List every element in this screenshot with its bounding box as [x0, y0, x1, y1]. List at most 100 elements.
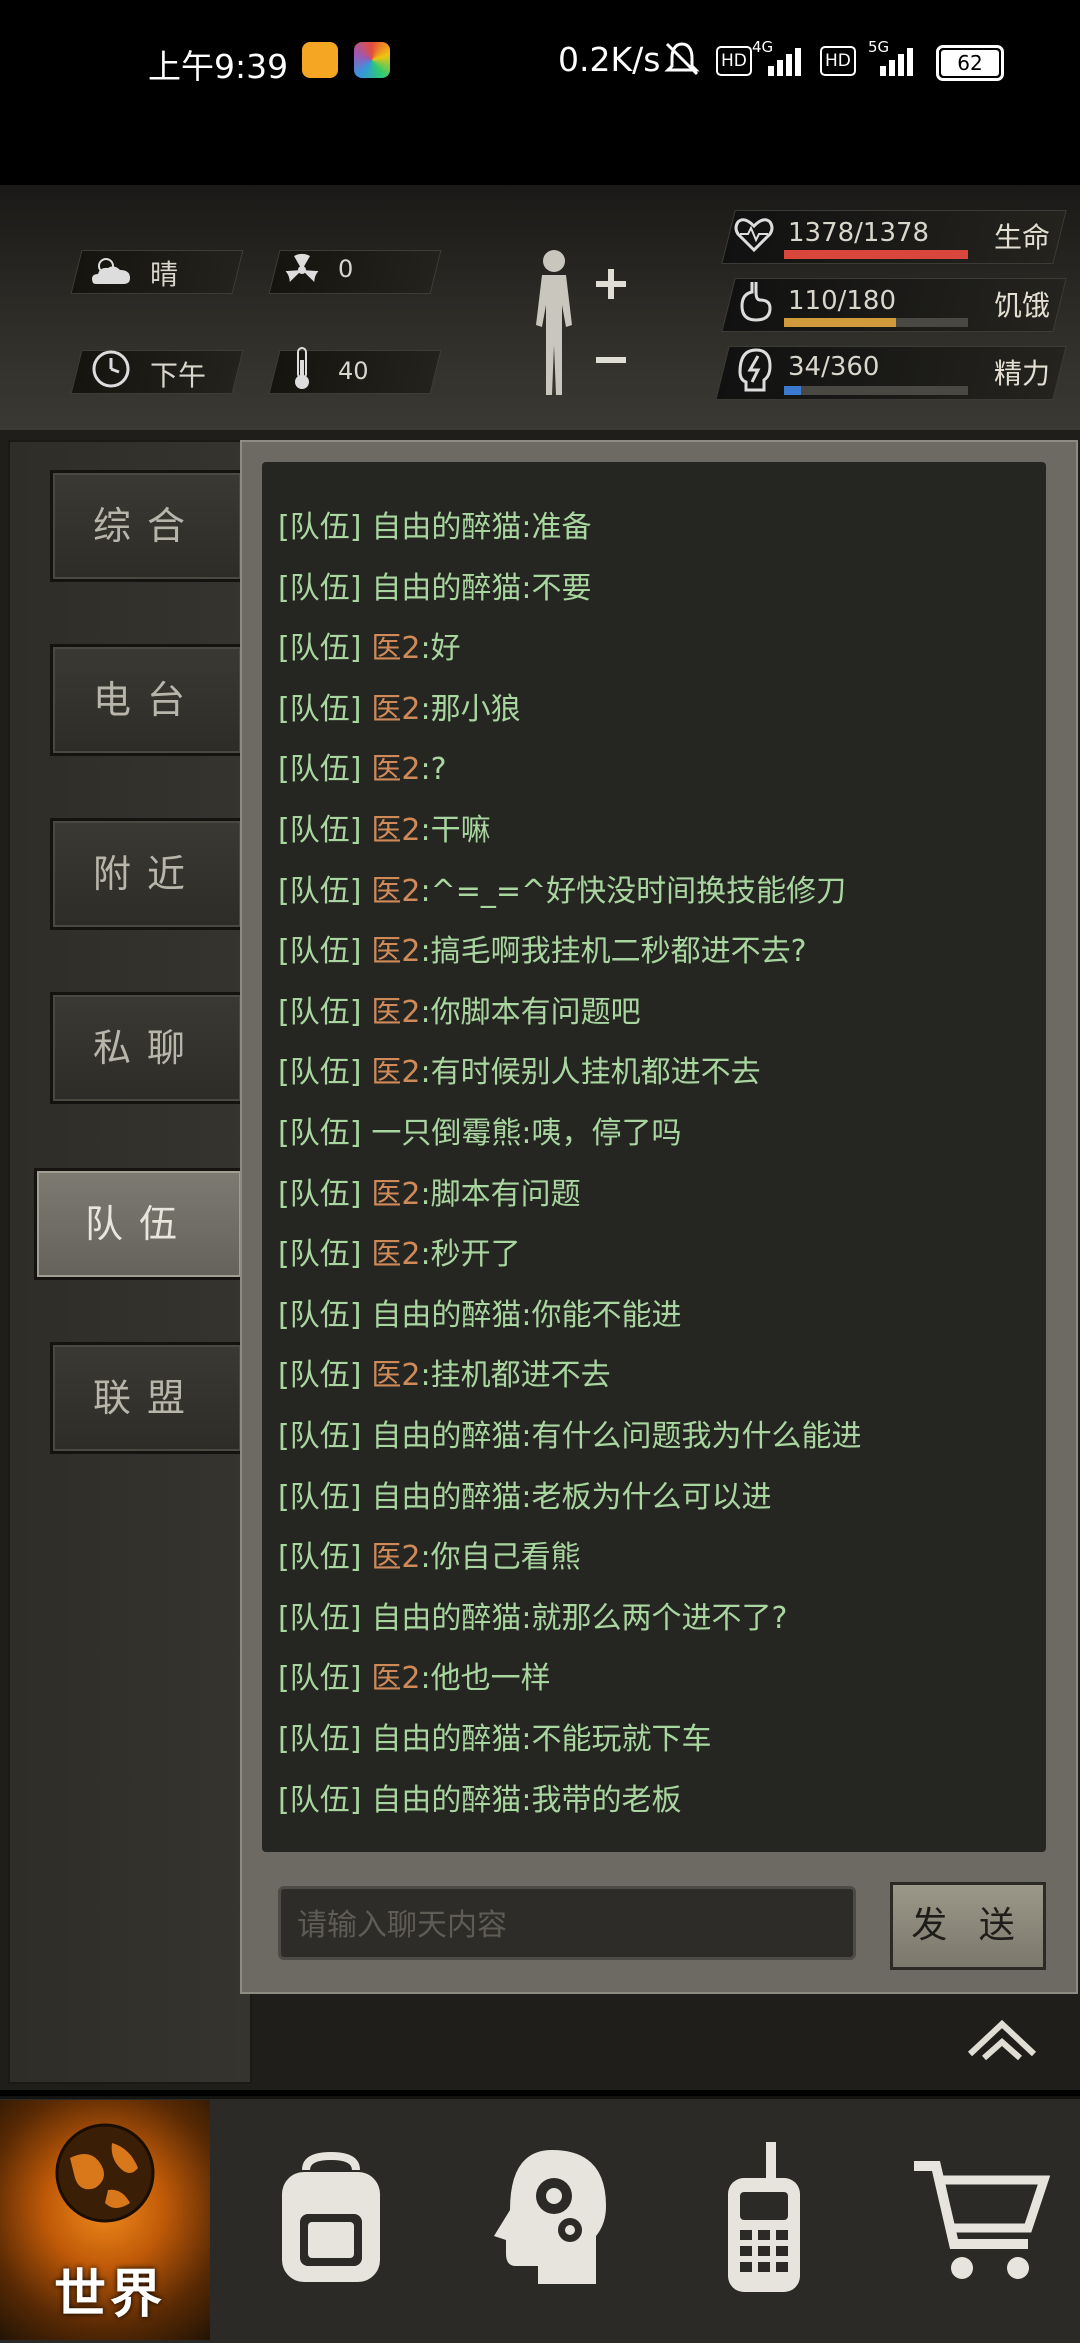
chat-sender-name[interactable]: 医2 — [371, 631, 420, 666]
chat-sender-name[interactable]: 医2 — [371, 1661, 420, 1696]
chat-sender-name[interactable]: 自由的醉猫 — [371, 510, 521, 545]
signal-icon-1 — [760, 44, 808, 76]
tab-general[interactable]: 综合 — [50, 470, 244, 582]
chat-message-text: :搞毛啊我挂机二秒都进不去? — [420, 934, 807, 970]
nav-backpack-button[interactable] — [226, 2100, 436, 2340]
notification-app-icon — [302, 42, 338, 78]
chat-message: [队伍] 医2:那小狼 — [278, 684, 521, 728]
chat-sender-name[interactable]: 自由的醉猫 — [371, 571, 521, 606]
network-speed: 0.2K/s — [558, 40, 661, 79]
chat-message-text: :你脚本有问题吧 — [420, 994, 641, 1030]
chat-message-list[interactable] — [262, 462, 1046, 1852]
tab-alliance[interactable]: 联盟 — [50, 1342, 244, 1454]
chat-message: [队伍] 自由的醉猫:我带的老板 — [278, 1775, 682, 1819]
energy-head-icon — [738, 348, 772, 392]
stomach-icon — [740, 282, 772, 322]
chat-channel-tag: [队伍] — [278, 1782, 362, 1818]
chat-channel-tag: [队伍] — [278, 1237, 362, 1273]
nav-radio-button[interactable] — [662, 2100, 872, 2340]
chat-message: [队伍] 医2:? — [278, 744, 447, 788]
status-time: 上午9:39 — [148, 47, 289, 86]
radiation-icon — [285, 253, 319, 283]
chat-sender-name[interactable]: 医2 — [371, 752, 420, 787]
tab-nearby[interactable]: 附近 — [50, 818, 244, 930]
chat-sender-name[interactable]: 自由的醉猫 — [371, 1480, 521, 1515]
chat-message-text: :你自己看熊 — [420, 1540, 581, 1576]
collapse-up-icon[interactable] — [966, 2014, 1038, 2062]
nav-skills-button[interactable] — [448, 2100, 658, 2340]
radio-icon — [728, 2142, 800, 2292]
nav-shop-button[interactable] — [870, 2100, 1080, 2340]
tab-radio[interactable]: 电台 — [50, 644, 244, 756]
tab-private[interactable]: 私聊 — [50, 992, 244, 1104]
health-bar — [784, 250, 968, 259]
chat-message: [队伍] 自由的醉猫:老板为什么可以进 — [278, 1472, 772, 1516]
chat-sender-name[interactable]: 医2 — [371, 813, 420, 848]
chat-input[interactable]: 请输入聊天内容 — [278, 1886, 856, 1960]
chat-message-text: :你能不能进 — [521, 1297, 682, 1333]
energy-bar — [784, 386, 968, 395]
chat-channel-tag: [队伍] — [278, 1176, 362, 1212]
chat-sender-name[interactable]: 自由的醉猫 — [371, 1722, 521, 1757]
energy-value: 34/360 — [788, 352, 880, 382]
chat-channel-tag: [队伍] — [278, 752, 362, 788]
chat-channel-tag: [队伍] — [278, 1540, 362, 1576]
hd-badge-2: HD — [820, 46, 856, 76]
chat-channel-tag: [队伍] — [278, 1661, 362, 1697]
chat-channel-tag: [队伍] — [278, 873, 362, 909]
chat-sender-name[interactable]: 自由的醉猫 — [371, 1419, 521, 1454]
chat-sender-name[interactable]: 医2 — [371, 692, 420, 727]
chat-sender-name[interactable]: 一只倒霉熊 — [371, 1116, 521, 1151]
chat-message: [队伍] 医2:挂机都进不去 — [278, 1350, 611, 1394]
chat-message-text: :他也一样 — [420, 1661, 551, 1697]
chat-message: [队伍] 医2:好 — [278, 623, 461, 667]
heart-icon — [734, 218, 774, 253]
time-of-day-value: 下午 — [150, 359, 207, 392]
chat-channel-tag: [队伍] — [278, 691, 362, 727]
hunger-value: 110/180 — [788, 286, 897, 316]
chat-message: [队伍] 自由的醉猫:准备 — [278, 502, 592, 546]
tab-team[interactable]: 队伍 — [34, 1168, 244, 1280]
chat-message-text: :^=_=^好快没时间换技能修刀 — [420, 873, 847, 909]
chat-message-text: :好 — [420, 631, 461, 667]
send-button[interactable]: 发 送 — [890, 1882, 1046, 1970]
backpack-icon — [282, 2151, 380, 2282]
chat-sender-name[interactable]: 自由的醉猫 — [371, 1783, 521, 1818]
hunger-bar — [784, 318, 968, 327]
chat-message: [队伍] 自由的醉猫:有什么问题我为什么能进 — [278, 1411, 862, 1455]
chat-message-text: :我带的老板 — [521, 1782, 682, 1818]
hunger-bar-fill — [784, 318, 897, 327]
temperature-value: 40 — [338, 357, 369, 385]
chat-sender-name[interactable]: 医2 — [371, 934, 420, 969]
chat-sender-name[interactable]: 自由的醉猫 — [371, 1298, 521, 1333]
chat-sender-name[interactable]: 医2 — [371, 874, 420, 909]
chat-message: [队伍] 自由的醉猫:就那么两个进不了? — [278, 1593, 787, 1637]
chat-sender-name[interactable]: 医2 — [371, 1177, 420, 1212]
chat-channel-tag: [队伍] — [278, 510, 362, 545]
chat-sender-name[interactable]: 医2 — [371, 1237, 420, 1272]
mute-bell-icon — [664, 42, 700, 76]
chat-message: [队伍] 医2:他也一样 — [278, 1653, 551, 1697]
battery-icon: 62 — [936, 45, 1004, 81]
chat-sender-name[interactable]: 医2 — [371, 1540, 420, 1575]
chat-channel-tag: [队伍] — [278, 1419, 362, 1454]
chat-message-text: :有时候别人挂机都进不去 — [420, 1055, 761, 1091]
chat-message: [队伍] 医2:你自己看熊 — [278, 1532, 581, 1576]
body-status-figure[interactable] — [520, 245, 630, 405]
chat-message-text: :秒开了 — [420, 1237, 521, 1273]
chat-message-text: :咦，停了吗 — [521, 1116, 682, 1151]
radiation-value: 0 — [338, 255, 354, 283]
chat-channel-tag: [队伍] — [278, 1297, 362, 1333]
chat-sender-name[interactable]: 自由的醉猫 — [371, 1601, 521, 1636]
chat-sender-name[interactable]: 医2 — [371, 1358, 420, 1393]
nav-world-label: 世界 — [54, 2265, 167, 2325]
chat-message: [队伍] 医2:搞毛啊我挂机二秒都进不去? — [278, 926, 807, 970]
health-label: 生命 — [994, 221, 1051, 254]
health-value: 1378/1378 — [788, 218, 930, 248]
chat-message: [队伍] 自由的醉猫:你能不能进 — [278, 1290, 682, 1334]
chat-sender-name[interactable]: 医2 — [371, 1055, 420, 1090]
chat-channel-tag: [队伍] — [278, 1600, 362, 1636]
chat-channel-tag: [队伍] — [278, 570, 362, 606]
energy-bar-fill — [784, 386, 802, 395]
chat-sender-name[interactable]: 医2 — [371, 995, 420, 1030]
